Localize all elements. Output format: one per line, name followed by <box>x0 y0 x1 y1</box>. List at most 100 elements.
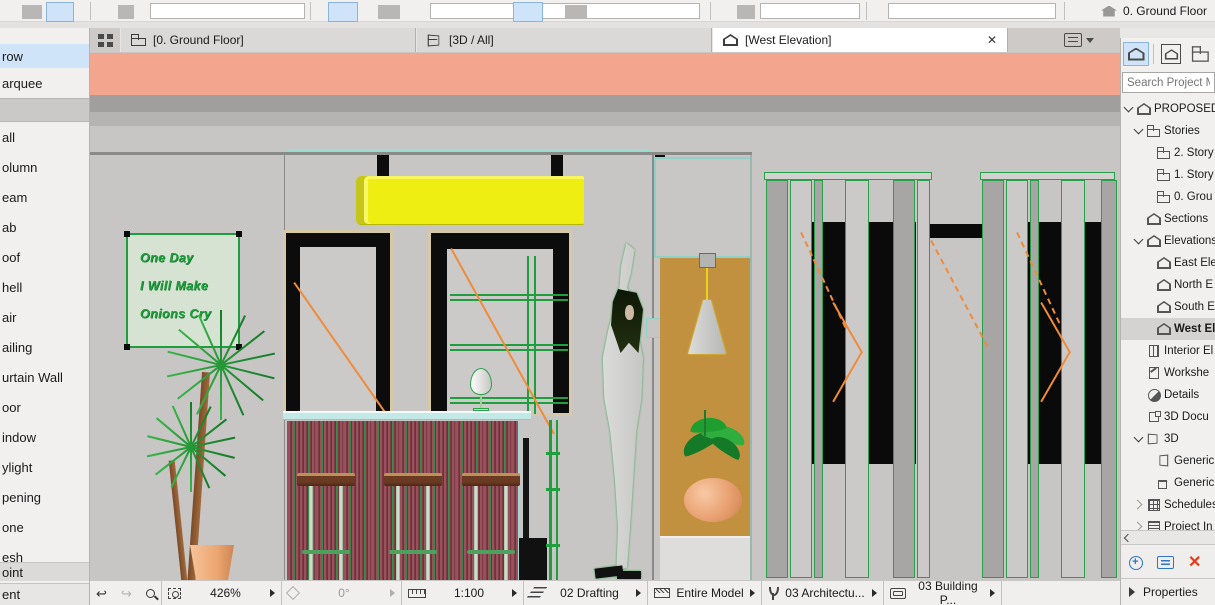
view-map-button[interactable] <box>1158 42 1184 66</box>
tab-3d-all[interactable]: [3D / All] <box>416 28 712 52</box>
add-viewpoint-icon[interactable] <box>1129 556 1143 570</box>
flyout-arrow-icon[interactable] <box>990 589 995 597</box>
expand-arrow-icon[interactable] <box>1134 236 1144 246</box>
cursor-tool-icon[interactable] <box>22 5 42 19</box>
toolbox-item[interactable]: ent <box>0 583 89 605</box>
navigator-tree-item[interactable]: 0. Grou <box>1121 186 1215 208</box>
delete-icon[interactable]: ✕ <box>1188 555 1201 571</box>
toolbar-icon[interactable] <box>565 5 587 19</box>
selected-tool-button[interactable] <box>513 2 543 22</box>
scroll-left-icon[interactable] <box>1124 533 1132 541</box>
expand-arrow-icon[interactable] <box>1134 500 1144 510</box>
toolbox-item[interactable]: eam <box>0 182 89 212</box>
flyout-arrow-icon[interactable] <box>512 589 517 597</box>
expand-arrow-icon[interactable] <box>1134 214 1144 224</box>
scale-control[interactable]: 1:100 <box>402 581 524 605</box>
tab-overview-button[interactable] <box>90 28 120 52</box>
toolbox-item[interactable]: pening <box>0 482 89 512</box>
toolbox-item[interactable]: urtain Wall <box>0 362 89 392</box>
navigator-tree-item[interactable]: PROPOSED <box>1121 98 1215 120</box>
navigator-tree-item[interactable]: Elevations <box>1121 230 1215 252</box>
zoom-back-icon[interactable]: ↩ <box>96 587 107 600</box>
expand-arrow-icon[interactable] <box>1134 434 1144 444</box>
toolbox-item[interactable]: ailing <box>0 332 89 362</box>
toolbox-item[interactable]: oint <box>0 562 89 581</box>
selection-handle[interactable] <box>236 231 242 237</box>
navigator-tree-item[interactable]: 1. Story <box>1121 164 1215 186</box>
tab-west-elevation[interactable]: [West Elevation] ✕ <box>712 28 1008 52</box>
tab-ground-floor[interactable]: [0. Ground Floor] <box>120 28 416 52</box>
toolbox-item[interactable]: hell <box>0 272 89 302</box>
navigator-tree-item[interactable]: 3D Docu <box>1121 406 1215 428</box>
toolbar-combo[interactable] <box>760 3 860 19</box>
selection-handle[interactable] <box>124 344 130 350</box>
navigator-tree-item[interactable]: West El <box>1121 318 1215 340</box>
toolbox-item[interactable]: ylight <box>0 452 89 482</box>
story-selector[interactable]: 0. Ground Floor <box>1101 2 1207 20</box>
selected-tool-button[interactable] <box>328 2 358 22</box>
toolbox-item[interactable]: ab <box>0 212 89 242</box>
navigator-tree-item[interactable]: North E <box>1121 274 1215 296</box>
zoom-forward-icon[interactable]: ↪ <box>121 587 132 600</box>
toolbox-item[interactable]: arquee <box>0 68 89 98</box>
tab-bar: [0. Ground Floor] [3D / All] [West Eleva… <box>90 28 1120 53</box>
horizontal-scrollbar[interactable] <box>1121 530 1215 545</box>
elevation-pink-band <box>90 53 1120 95</box>
selection-handle[interactable] <box>124 231 130 237</box>
toolbox-item[interactable]: indow <box>0 422 89 452</box>
toolbar-combo[interactable] <box>150 3 305 19</box>
navigator-tree-item[interactable]: 3D <box>1121 428 1215 450</box>
toolbox-item[interactable]: all <box>0 122 89 152</box>
zoom-in-icon[interactable] <box>146 589 155 598</box>
expand-arrow-icon[interactable] <box>1134 368 1144 378</box>
navigator-tree-item[interactable]: 2. Story <box>1121 142 1215 164</box>
pen-set-control[interactable]: 03 Architectu... <box>762 581 884 605</box>
toolbox-item[interactable]: air <box>0 302 89 332</box>
expand-arrow-icon[interactable] <box>1134 126 1144 136</box>
flyout-arrow-icon[interactable] <box>636 589 641 597</box>
navigator-tree-item[interactable]: South E <box>1121 296 1215 318</box>
navigator-tree-item[interactable]: Schedules <box>1121 494 1215 516</box>
close-tab-icon[interactable]: ✕ <box>987 34 997 46</box>
toolbar-icon[interactable] <box>118 5 134 19</box>
flyout-arrow-icon[interactable] <box>750 589 755 597</box>
navigator-tree-item[interactable]: Interior El <box>1121 340 1215 362</box>
toolbar-combo[interactable] <box>888 3 1056 19</box>
layout-book-button[interactable] <box>1188 42 1214 66</box>
navigator-tree-item[interactable]: Stories <box>1121 120 1215 142</box>
expand-arrow-icon[interactable] <box>1134 412 1144 422</box>
project-map-button[interactable] <box>1123 42 1149 66</box>
navigator-tree-item[interactable]: Workshe <box>1121 362 1215 384</box>
orientation-control[interactable]: 0° <box>282 581 402 605</box>
expand-arrow-icon[interactable] <box>1134 390 1144 400</box>
properties-section[interactable]: Properties <box>1121 578 1215 605</box>
layer-combination-control[interactable]: 02 Drafting <box>524 581 648 605</box>
toolbox-item[interactable]: oor <box>0 392 89 422</box>
navigator-tree-item[interactable]: Generic <box>1121 472 1215 494</box>
settings-icon[interactable] <box>1157 556 1174 569</box>
toolbar-icon[interactable] <box>378 5 400 19</box>
toolbox-item-label: ent <box>2 587 20 602</box>
flyout-arrow-icon[interactable] <box>270 589 275 597</box>
flyout-arrow-icon[interactable] <box>872 589 877 597</box>
toolbar-icon[interactable] <box>737 5 755 19</box>
navigator-tree-item[interactable]: East Ele <box>1121 252 1215 274</box>
toolbox-item[interactable]: row <box>0 44 89 68</box>
model-view-options-control[interactable]: 03 Building P... <box>884 581 1002 605</box>
expand-arrow-icon[interactable] <box>1124 104 1134 114</box>
selected-tool-button[interactable] <box>46 2 74 22</box>
partial-structure-control[interactable]: Entire Model <box>648 581 762 605</box>
toolbox-item[interactable] <box>0 98 89 122</box>
toolbox-item[interactable]: oof <box>0 242 89 272</box>
toolbox-item[interactable]: olumn <box>0 152 89 182</box>
fit-in-window-icon[interactable] <box>168 588 181 599</box>
search-input[interactable] <box>1122 72 1215 93</box>
expand-arrow-icon[interactable] <box>1134 346 1144 356</box>
zoom-level-control[interactable]: 426% <box>162 581 282 605</box>
navigator-tree-item[interactable]: Details <box>1121 384 1215 406</box>
drawing-canvas[interactable]: One Day I Will Make Onions Cry <box>90 52 1120 580</box>
toolbox-item[interactable]: one <box>0 512 89 542</box>
navigator-chooser-button[interactable] <box>1056 28 1102 52</box>
navigator-tree-item[interactable]: Sections <box>1121 208 1215 230</box>
navigator-tree-item[interactable]: Generic <box>1121 450 1215 472</box>
